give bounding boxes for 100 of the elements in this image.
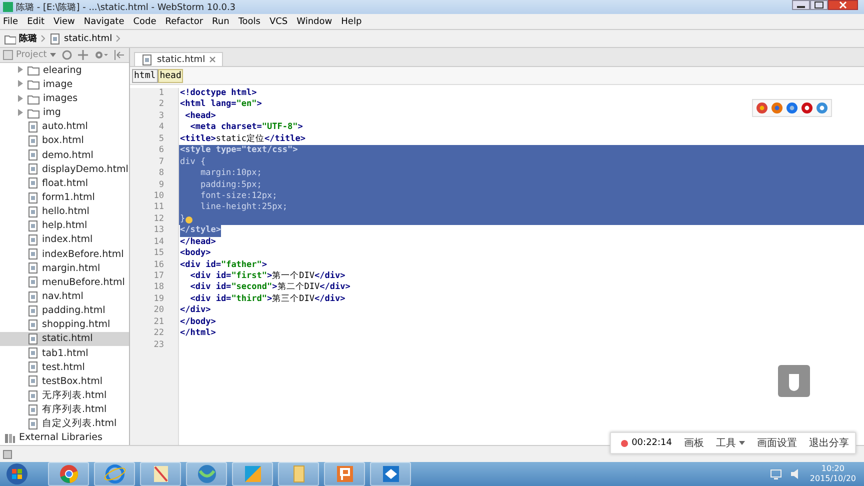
breadcrumb[interactable]: head — [158, 68, 184, 82]
lightbulb-icon[interactable] — [185, 216, 194, 224]
maximize-icon[interactable] — [810, 0, 828, 10]
menu-item[interactable]: Edit — [27, 16, 44, 26]
breadcrumb[interactable]: html — [132, 68, 158, 82]
code-line: margin:10px; — [199, 168, 262, 180]
folder-icon — [27, 78, 40, 90]
sync-icon[interactable] — [62, 50, 72, 60]
menu-item[interactable]: VCS — [269, 16, 288, 26]
file-icon — [27, 234, 39, 246]
line-number: 5 — [158, 134, 164, 146]
tree-item[interactable]: displayDemo.html — [0, 162, 129, 176]
file-icon — [49, 32, 61, 44]
toolbar-button[interactable]: 退出分享 — [809, 436, 849, 450]
tree-item[interactable]: form1.html — [0, 190, 129, 205]
tree-item[interactable]: img — [0, 106, 129, 120]
toolbar-button[interactable]: 画面设置 — [757, 436, 797, 450]
globe-icon[interactable] — [104, 463, 126, 485]
browser-icon[interactable] — [756, 102, 768, 114]
code-line: </body> — [180, 316, 216, 328]
collapsed-arrow-icon[interactable] — [16, 94, 24, 103]
tree-item[interactable]: hello.html — [0, 204, 129, 219]
collapsed-arrow-icon[interactable] — [16, 66, 24, 74]
start-button-icon[interactable] — [6, 463, 28, 485]
code-line: font-size:12px; — [199, 190, 278, 202]
tree-item[interactable]: 无序列表.html — [0, 388, 129, 403]
menu-item[interactable]: Navigate — [84, 16, 124, 26]
recording-dot-icon — [620, 440, 628, 446]
sphere-icon[interactable] — [196, 463, 218, 485]
menu-item[interactable]: Help — [341, 16, 362, 26]
tree-item[interactable]: padding.html — [0, 304, 129, 318]
close-icon[interactable] — [209, 56, 216, 63]
code-line: </html> — [180, 328, 216, 340]
tree-item[interactable]: images — [0, 91, 129, 106]
browser-icon[interactable] — [786, 102, 798, 114]
tree-item[interactable]: float.html — [0, 176, 129, 190]
folder-icon — [27, 106, 40, 119]
menu-item[interactable]: Window — [296, 16, 332, 26]
window-title: 陈璐 - [E:\陈璐] - ...\static.html - WebStorm 10.0.3 — [16, 2, 237, 14]
line-number: 2 — [158, 99, 164, 111]
tree-item[interactable]: elearing — [0, 63, 129, 78]
tree-item[interactable]: 自定义列表.html — [0, 416, 129, 431]
library-icon — [4, 432, 16, 444]
tree-item[interactable]: auto.html — [0, 120, 129, 134]
file-icon — [27, 206, 39, 218]
collapsed-arrow-icon[interactable] — [16, 80, 24, 88]
line-number: 18 — [154, 282, 164, 294]
close-icon[interactable] — [828, 0, 858, 10]
panel-icon[interactable] — [3, 450, 12, 458]
tree-item[interactable]: External Libraries — [0, 430, 129, 445]
minimize-icon[interactable] — [792, 0, 810, 10]
menu-item[interactable]: File — [3, 16, 18, 26]
menu-item[interactable]: Code — [133, 16, 156, 26]
tree-item[interactable]: help.html — [0, 218, 129, 233]
file-icon — [27, 248, 39, 260]
tree-item[interactable]: index.html — [0, 232, 129, 248]
browser-icon[interactable] — [816, 102, 828, 114]
file-icon — [27, 361, 39, 374]
tree-item[interactable]: nav.html — [0, 289, 129, 304]
code-line: } — [180, 214, 186, 226]
chevron-icon — [41, 35, 45, 42]
file-icon — [27, 220, 39, 232]
code-line: <!doctype html> — [180, 88, 257, 100]
chrome-icon[interactable] — [58, 463, 80, 485]
toolbar-button[interactable]: 画板 — [684, 436, 704, 450]
collapsed-arrow-icon[interactable] — [16, 108, 24, 117]
network-icon[interactable] — [770, 468, 782, 480]
tree-item[interactable]: box.html — [0, 134, 129, 148]
code-line: <head> — [184, 110, 216, 122]
tree-item[interactable]: menuBefore.html — [0, 275, 129, 290]
tree-item[interactable]: testBox.html — [0, 374, 129, 388]
menu-item[interactable]: Tools — [238, 16, 260, 26]
tree-item[interactable]: indexBefore.html — [0, 247, 129, 262]
line-number: 15 — [154, 248, 164, 260]
navigation-crumb[interactable]: static.html — [49, 32, 112, 44]
browser-icon[interactable] — [801, 102, 813, 114]
tree-item[interactable]: image — [0, 77, 129, 92]
file-icon — [27, 304, 39, 317]
browser-icon[interactable] — [771, 102, 783, 114]
tree-item[interactable]: demo.html — [0, 148, 129, 162]
editor-tab[interactable]: static.html — [134, 52, 224, 66]
navigation-crumb[interactable]: 陈璐 — [4, 32, 37, 45]
tree-item[interactable]: 有序列表.html — [0, 402, 129, 417]
file-icon — [27, 134, 39, 147]
code-line: <div id="second">第二个DIV</div> — [189, 282, 350, 294]
collapse-icon[interactable] — [114, 50, 124, 60]
menu-item[interactable]: Run — [212, 16, 230, 26]
line-number: 22 — [154, 328, 164, 340]
tree-item[interactable]: tab1.html — [0, 346, 129, 360]
line-number: 11 — [154, 202, 164, 214]
code-line: <meta charset="UTF-8"> — [189, 122, 303, 134]
menu-item[interactable]: Refactor — [165, 16, 204, 26]
menu-item[interactable]: View — [54, 16, 75, 26]
settings-icon[interactable] — [94, 50, 108, 60]
tree-item[interactable]: margin.html — [0, 261, 129, 276]
tree-item[interactable]: test.html — [0, 360, 129, 374]
toolbar-button[interactable]: 工具 — [716, 436, 745, 450]
recording-timer: 00:22:14 — [632, 438, 672, 448]
tree-item[interactable]: shopping.html — [0, 318, 129, 332]
tree-item[interactable]: static.html — [0, 332, 129, 346]
